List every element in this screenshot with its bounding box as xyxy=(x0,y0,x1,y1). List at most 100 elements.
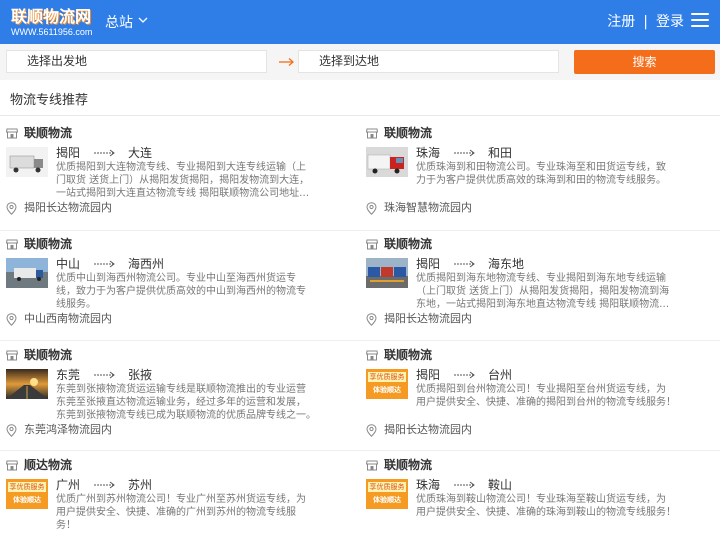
destination-city: 苏州 xyxy=(128,478,153,492)
arrow-right-icon xyxy=(94,481,115,489)
destination-city: 台州 xyxy=(488,368,513,382)
location-pin-icon xyxy=(6,312,17,326)
company-name[interactable]: 联顺物流 xyxy=(384,457,432,473)
destination-city: 张掖 xyxy=(128,368,153,382)
route-thumbnail[interactable] xyxy=(366,147,408,177)
route-thumbnail[interactable] xyxy=(6,369,48,399)
route-cities[interactable]: 东莞 张掖 xyxy=(56,367,152,383)
route-cities[interactable]: 揭阳 大连 xyxy=(56,145,152,161)
station-selector[interactable]: 总站 xyxy=(105,14,133,32)
origin-city: 中山 xyxy=(56,257,81,271)
description-line: 优质揭阳到台州物流公司！专业揭阳至台州货运专线，为 xyxy=(416,384,666,395)
company-header: 联顺物流 xyxy=(6,236,72,252)
route-cities[interactable]: 揭阳 台州 xyxy=(416,367,512,383)
arrow-right-icon xyxy=(94,149,115,157)
description-line: 优质珠海到鞍山物流公司！专业珠海至鞍山货运专线，为 xyxy=(416,494,666,505)
description-line: 线，致力于为客户提供优质高效的中山到海西州的物流专 xyxy=(56,286,306,297)
banner-text-top: 享优质服务 xyxy=(8,482,46,492)
company-header: 顺达物流 xyxy=(6,457,72,473)
site-logo[interactable]: 联顺物流网 WWW.5611956.com xyxy=(11,8,101,38)
description-line: 线服务。 xyxy=(56,299,96,310)
route-thumbnail[interactable] xyxy=(6,147,48,177)
company-name[interactable]: 联顺物流 xyxy=(384,347,432,363)
service-banner: 享优质服务 体验顺达 xyxy=(6,479,48,509)
company-name[interactable]: 联顺物流 xyxy=(24,347,72,363)
company-name[interactable]: 联顺物流 xyxy=(24,236,72,252)
route-description: 优质揭阳到台州物流公司！专业揭阳至台州货运专线，为 用户提供安全、快捷、准确的揭阳… xyxy=(416,383,676,409)
shop-icon xyxy=(6,460,18,470)
location-text: 揭阳长达物流园内 xyxy=(384,423,472,436)
company-name[interactable]: 联顺物流 xyxy=(24,125,72,141)
description-line: 东莞至张掖直达物流运输业务，经过多年的运营和发展， xyxy=(56,397,306,408)
company-header: 联顺物流 xyxy=(366,125,432,141)
route-thumbnail[interactable] xyxy=(366,258,408,288)
description-line: 优质揭阳到大连物流专线、专业揭阳到大连专线运输（上 xyxy=(56,162,306,173)
description-line: 务！ xyxy=(56,520,76,531)
description-line: 优质广州到苏州物流公司！专业广州至苏州货运专线，为 xyxy=(56,494,306,505)
company-name[interactable]: 联顺物流 xyxy=(384,125,432,141)
arrow-right-icon xyxy=(94,371,115,379)
location-pin-icon xyxy=(6,201,17,215)
route-cities[interactable]: 珠海 和田 xyxy=(416,145,512,161)
origin-city: 广州 xyxy=(56,478,81,492)
route-cities[interactable]: 揭阳 海东地 xyxy=(416,256,524,272)
auth-links: 注册 | 登录 xyxy=(607,13,684,31)
route-cities[interactable]: 广州 苏州 xyxy=(56,477,152,493)
route-card[interactable]: 联顺物流珠海 和田 优质珠海到和田物流公司。专业珠海至和田货运专线，致 力于为客户提供… xyxy=(366,125,716,235)
route-card[interactable]: 联顺物流 中山 海西州 优质中山到海西州物流公司。专业中山至海西州货运专 线，致力于为客… xyxy=(6,236,356,346)
description-line: 优质中山到海西州物流公司。专业中山至海西州货运专 xyxy=(56,273,296,284)
arrow-right-icon xyxy=(94,260,115,268)
location: 揭阳长达物流园内 xyxy=(366,423,472,437)
company-header: 联顺物流 xyxy=(6,347,72,363)
destination-select[interactable]: 选择到达地 xyxy=(298,50,559,73)
route-card[interactable]: 顺达物流享优质服务 体验顺达 广州 苏州优质广州到苏州物流公司！专业广州至苏州货运专线… xyxy=(6,457,356,540)
arrow-right-icon xyxy=(454,371,475,379)
route-description: 优质揭阳到大连物流专线、专业揭阳到大连专线运输（上 门取货 送货上门）从揭阳发货揭… xyxy=(56,161,314,200)
route-thumbnail[interactable]: 享优质服务 体验顺达 xyxy=(366,369,408,399)
route-description: 东莞到张掖物流货运运输专线是联顺物流推出的专业运营 东莞至张掖直达物流运输业务，经… xyxy=(56,383,316,422)
description-line: 用户提供安全、快捷、准确的珠海到鞍山的物流专线服务！ xyxy=(416,507,676,518)
location-pin-icon xyxy=(6,423,17,437)
route-cities[interactable]: 中山 海西州 xyxy=(56,256,164,272)
destination-city: 海西州 xyxy=(128,257,165,271)
arrow-right-icon xyxy=(454,149,475,157)
route-description: 优质中山到海西州物流公司。专业中山至海西州货运专 线，致力于为客户提供优质高效的中… xyxy=(56,272,314,311)
description-line: 东地，一站式揭阳到海东地直达物流专线 揭阳联顺物流… xyxy=(416,299,670,310)
register-link[interactable]: 注册 xyxy=(607,13,635,31)
description-line: 东莞到张掖物流货运运输专线是联顺物流推出的专业运营 xyxy=(56,384,306,395)
route-description: 优质揭阳到海东地物流专线、专业揭阳到海东地专线运输 （上门取货 送货上门）从揭阳发… xyxy=(416,272,674,311)
company-name[interactable]: 顺达物流 xyxy=(24,457,72,473)
route-thumbnail[interactable]: 享优质服务 体验顺达 xyxy=(366,479,408,509)
shop-icon xyxy=(366,128,378,138)
route-thumbnail[interactable] xyxy=(6,258,48,288)
route-thumbnail[interactable]: 享优质服务 体验顺达 xyxy=(6,479,48,509)
login-link[interactable]: 登录 xyxy=(656,13,684,31)
company-header: 联顺物流 xyxy=(366,347,432,363)
origin-city: 揭阳 xyxy=(416,368,441,382)
arrow-right-icon xyxy=(454,260,475,268)
company-name[interactable]: 联顺物流 xyxy=(384,236,432,252)
company-header: 联顺物流 xyxy=(366,457,432,473)
location-text: 珠海智慧物流园内 xyxy=(384,201,472,214)
description-line: （上门取货 送货上门）从揭阳发货揭阳，揭阳发物流到海 xyxy=(416,286,670,297)
route-cities[interactable]: 珠海 鞍山 xyxy=(416,477,512,493)
location-text: 揭阳长达物流园内 xyxy=(384,312,472,325)
route-description: 优质珠海到和田物流公司。专业珠海至和田货运专线，致 力于为客户提供优质高效的珠海到… xyxy=(416,161,674,187)
description-line: 用户提供安全、快捷、准确的揭阳到台州的物流专线服务！ xyxy=(416,397,676,408)
route-card[interactable]: 联顺物流享优质服务 体验顺达 珠海 鞍山 优质珠海到鞍山物流公司！专业珠海至鞍山货运专线… xyxy=(366,457,716,540)
route-card[interactable]: 联顺物流 享优质服务 体验顺达 揭阳 台州 优质揭阳到台州物流公司！专业揭阳至台州货运专线… xyxy=(366,347,716,457)
destination-city: 鞍山 xyxy=(488,478,513,492)
route-description: 优质珠海到鞍山物流公司！专业珠海至鞍山货运专线，为 用户提供安全、快捷、准确的珠海… xyxy=(416,493,676,519)
search-button[interactable]: 搜索 xyxy=(574,50,715,74)
origin-city: 东莞 xyxy=(56,368,81,382)
route-card[interactable]: 联顺物流揭阳 海东地 优质揭阳到海东地物流专线、专业揭阳到海东地专线运输 （上门取货 … xyxy=(366,236,716,346)
route-card[interactable]: 联顺物流 东莞 张掖 东莞到张掖物流货运运输专线是联顺物流推出的专业运营 东莞至张掖直达… xyxy=(6,347,356,457)
origin-select[interactable]: 选择出发地 xyxy=(6,50,267,73)
divider xyxy=(0,115,720,116)
origin-city: 揭阳 xyxy=(416,257,441,271)
route-card[interactable]: 联顺物流揭阳 大连 优质揭阳到大连物流专线、专业揭阳到大连专线运输（上 门取货 送货上… xyxy=(6,125,356,235)
location: 揭阳长达物流园内 xyxy=(6,201,112,215)
location-text: 揭阳长达物流园内 xyxy=(24,201,112,214)
chevron-down-icon[interactable] xyxy=(138,14,148,26)
hamburger-menu-icon[interactable] xyxy=(691,13,709,29)
